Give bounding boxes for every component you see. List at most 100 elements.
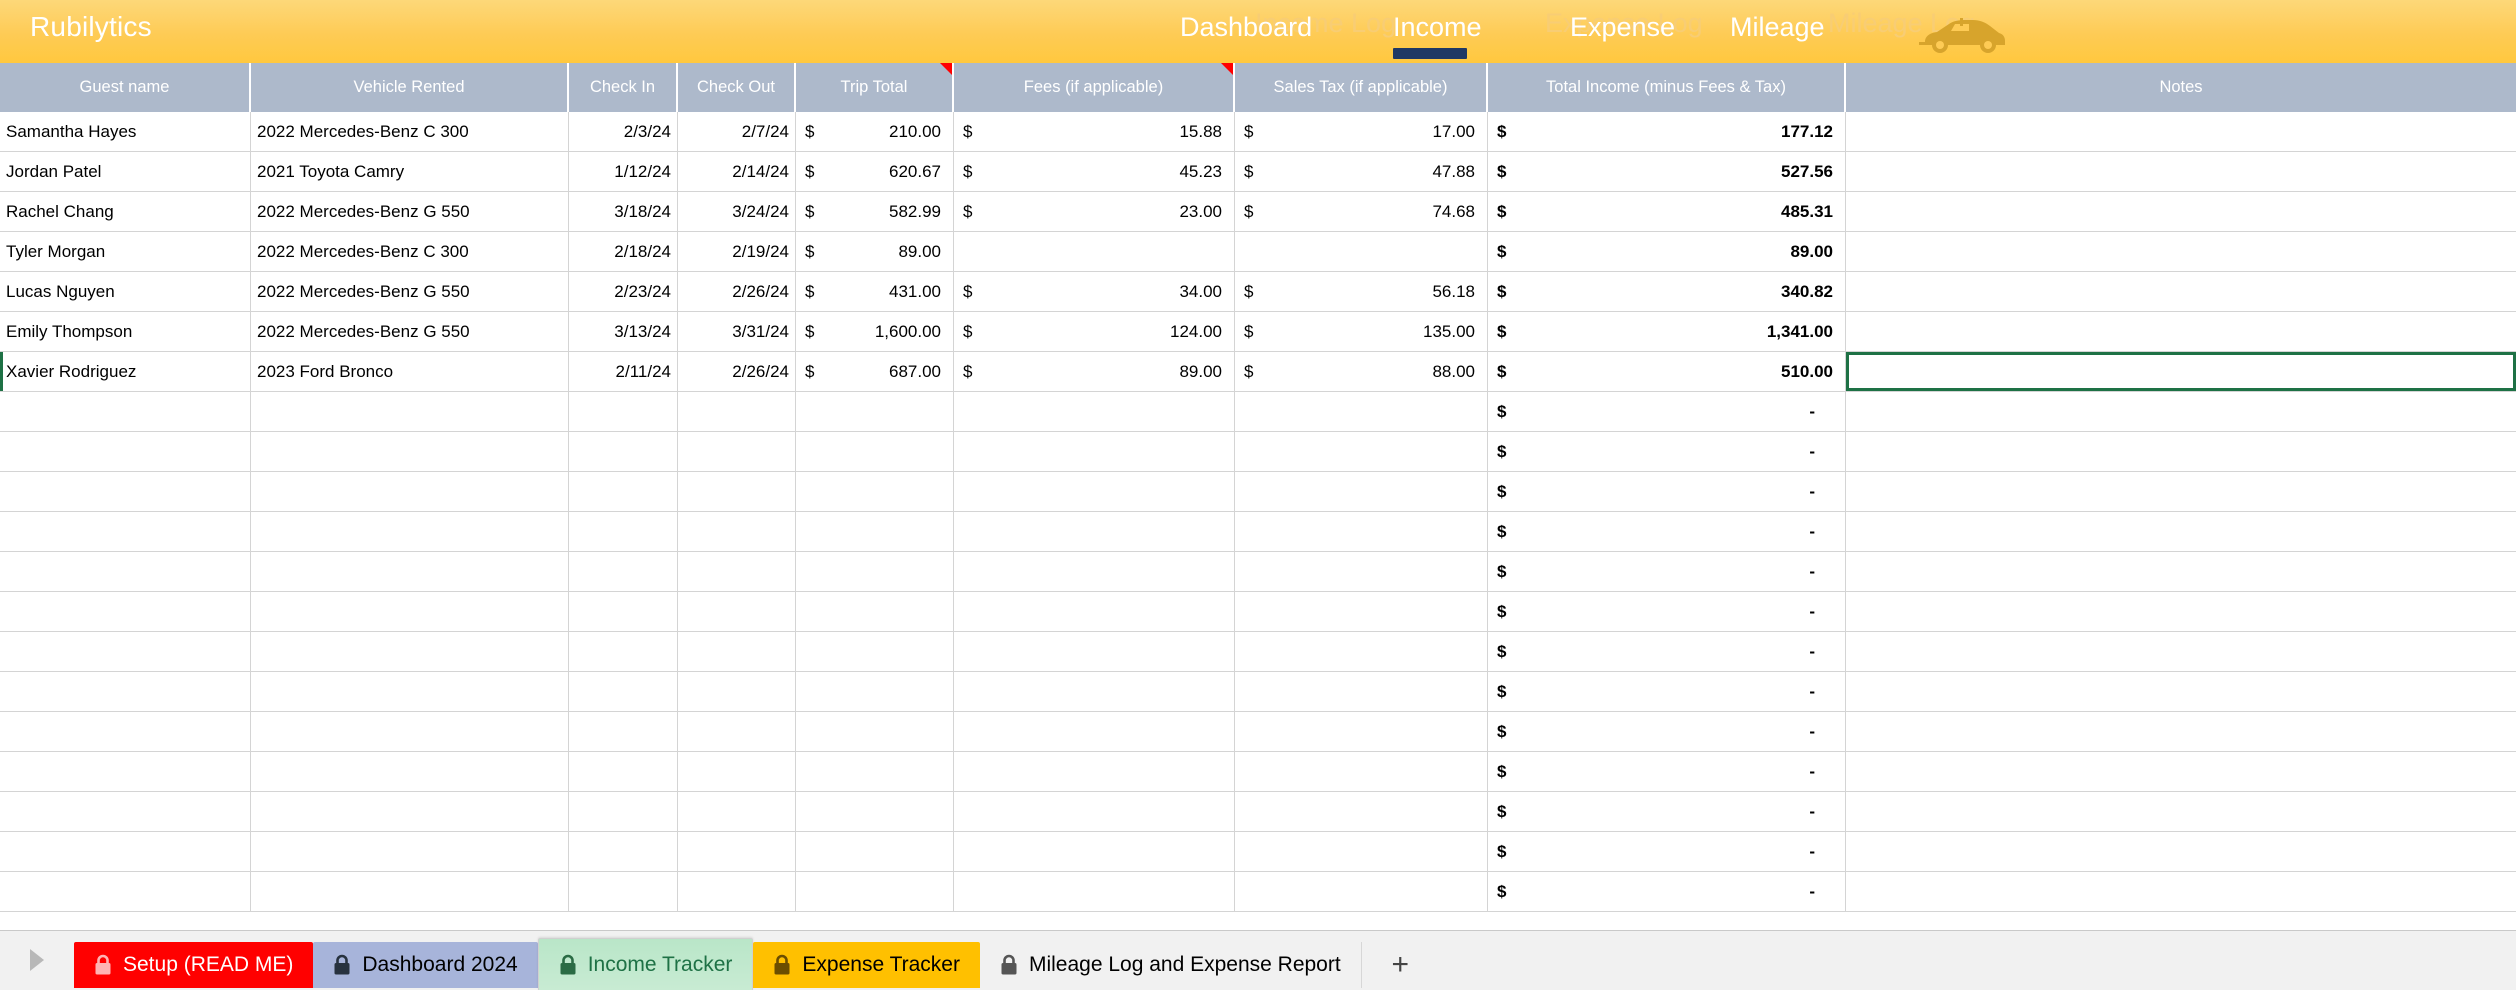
cell-vehicle-rented[interactable] xyxy=(251,872,569,911)
cell-notes[interactable] xyxy=(1846,592,2516,631)
table-row[interactable]: $- xyxy=(0,432,2516,472)
cell-notes[interactable] xyxy=(1846,832,2516,871)
table-row[interactable]: $- xyxy=(0,672,2516,712)
sheet-scroll-right-icon[interactable] xyxy=(0,930,74,990)
cell-sales-tax[interactable] xyxy=(1235,592,1488,631)
cell-trip-total[interactable]: $1,600.00 xyxy=(796,312,954,351)
cell-check-out[interactable] xyxy=(678,712,796,751)
cell-sales-tax[interactable]: $17.00 xyxy=(1235,112,1488,151)
cell-notes[interactable] xyxy=(1846,632,2516,671)
nav-link-income[interactable]: Income xyxy=(1393,12,1482,43)
cell-check-out[interactable]: 2/7/24 xyxy=(678,112,796,151)
cell-sales-tax[interactable] xyxy=(1235,712,1488,751)
cell-check-out[interactable] xyxy=(678,392,796,431)
column-header-sales-tax[interactable]: Sales Tax (if applicable) xyxy=(1235,63,1488,112)
column-header-trip-total[interactable]: Trip Total xyxy=(796,63,954,112)
table-row[interactable]: $- xyxy=(0,632,2516,672)
cell-fees[interactable] xyxy=(954,472,1235,511)
cell-total-income[interactable]: $- xyxy=(1488,512,1846,551)
cell-vehicle-rented[interactable]: 2021 Toyota Camry xyxy=(251,152,569,191)
sheet-grid[interactable]: Samantha Hayes2022 Mercedes-Benz C 3002/… xyxy=(0,112,2516,930)
table-row[interactable]: Lucas Nguyen2022 Mercedes-Benz G 5502/23… xyxy=(0,272,2516,312)
cell-notes[interactable] xyxy=(1846,312,2516,351)
cell-check-in[interactable] xyxy=(569,672,678,711)
cell-sales-tax[interactable] xyxy=(1235,792,1488,831)
cell-trip-total[interactable]: $687.00 xyxy=(796,352,954,391)
table-row[interactable]: $- xyxy=(0,552,2516,592)
cell-fees[interactable] xyxy=(954,712,1235,751)
table-row[interactable]: Tyler Morgan2022 Mercedes-Benz C 3002/18… xyxy=(0,232,2516,272)
cell-guest-name[interactable]: Rachel Chang xyxy=(0,192,251,231)
cell-check-out[interactable] xyxy=(678,632,796,671)
cell-notes[interactable] xyxy=(1846,352,2516,391)
cell-sales-tax[interactable] xyxy=(1235,552,1488,591)
cell-sales-tax[interactable]: $88.00 xyxy=(1235,352,1488,391)
cell-total-income[interactable]: $- xyxy=(1488,632,1846,671)
cell-total-income[interactable]: $- xyxy=(1488,872,1846,911)
cell-fees[interactable]: $45.23 xyxy=(954,152,1235,191)
cell-vehicle-rented[interactable] xyxy=(251,512,569,551)
cell-check-out[interactable] xyxy=(678,832,796,871)
cell-guest-name[interactable]: Lucas Nguyen xyxy=(0,272,251,311)
cell-vehicle-rented[interactable]: 2022 Mercedes-Benz C 300 xyxy=(251,112,569,151)
cell-total-income[interactable]: $177.12 xyxy=(1488,112,1846,151)
cell-trip-total[interactable] xyxy=(796,512,954,551)
cell-check-out[interactable] xyxy=(678,872,796,911)
cell-check-out[interactable]: 3/31/24 xyxy=(678,312,796,351)
cell-guest-name[interactable]: Xavier Rodriguez xyxy=(0,352,251,391)
cell-check-in[interactable]: 3/18/24 xyxy=(569,192,678,231)
cell-total-income[interactable]: $510.00 xyxy=(1488,352,1846,391)
cell-check-out[interactable] xyxy=(678,472,796,511)
column-header-fees[interactable]: Fees (if applicable) xyxy=(954,63,1235,112)
cell-trip-total[interactable] xyxy=(796,712,954,751)
cell-sales-tax[interactable] xyxy=(1235,512,1488,551)
cell-check-in[interactable] xyxy=(569,392,678,431)
table-row[interactable]: $- xyxy=(0,832,2516,872)
table-row[interactable]: Jordan Patel2021 Toyota Camry1/12/242/14… xyxy=(0,152,2516,192)
cell-trip-total[interactable] xyxy=(796,592,954,631)
column-header-guest-name[interactable]: Guest name xyxy=(0,63,251,112)
cell-fees[interactable] xyxy=(954,832,1235,871)
cell-fees[interactable] xyxy=(954,672,1235,711)
cell-sales-tax[interactable] xyxy=(1235,432,1488,471)
cell-check-in[interactable]: 2/3/24 xyxy=(569,112,678,151)
table-row[interactable]: $- xyxy=(0,792,2516,832)
sheet-tab-setup-read-me[interactable]: Setup (READ ME) xyxy=(74,942,313,988)
cell-trip-total[interactable] xyxy=(796,432,954,471)
table-row[interactable]: $- xyxy=(0,712,2516,752)
table-row[interactable]: $- xyxy=(0,872,2516,912)
cell-total-income[interactable]: $1,341.00 xyxy=(1488,312,1846,351)
cell-fees[interactable] xyxy=(954,232,1235,271)
cell-total-income[interactable]: $- xyxy=(1488,392,1846,431)
column-header-check-in[interactable]: Check In xyxy=(569,63,678,112)
cell-vehicle-rented[interactable] xyxy=(251,632,569,671)
cell-total-income[interactable]: $89.00 xyxy=(1488,232,1846,271)
cell-fees[interactable] xyxy=(954,552,1235,591)
cell-vehicle-rented[interactable] xyxy=(251,592,569,631)
cell-sales-tax[interactable] xyxy=(1235,632,1488,671)
add-sheet-button[interactable]: + xyxy=(1361,942,1439,988)
cell-fees[interactable]: $15.88 xyxy=(954,112,1235,151)
cell-notes[interactable] xyxy=(1846,432,2516,471)
cell-check-in[interactable] xyxy=(569,432,678,471)
cell-trip-total[interactable]: $620.67 xyxy=(796,152,954,191)
cell-check-in[interactable] xyxy=(569,472,678,511)
sheet-tab-income-tracker[interactable]: Income Tracker xyxy=(538,938,754,990)
cell-check-in[interactable] xyxy=(569,752,678,791)
cell-notes[interactable] xyxy=(1846,872,2516,911)
cell-check-in[interactable] xyxy=(569,512,678,551)
cell-notes[interactable] xyxy=(1846,752,2516,791)
cell-total-income[interactable]: $527.56 xyxy=(1488,152,1846,191)
cell-notes[interactable] xyxy=(1846,392,2516,431)
cell-sales-tax[interactable] xyxy=(1235,232,1488,271)
cell-check-out[interactable]: 2/14/24 xyxy=(678,152,796,191)
cell-check-in[interactable] xyxy=(569,872,678,911)
cell-fees[interactable] xyxy=(954,592,1235,631)
cell-guest-name[interactable]: Samantha Hayes xyxy=(0,112,251,151)
cell-vehicle-rented[interactable] xyxy=(251,432,569,471)
cell-sales-tax[interactable]: $47.88 xyxy=(1235,152,1488,191)
cell-fees[interactable]: $34.00 xyxy=(954,272,1235,311)
cell-sales-tax[interactable] xyxy=(1235,472,1488,511)
cell-notes[interactable] xyxy=(1846,712,2516,751)
cell-fees[interactable]: $23.00 xyxy=(954,192,1235,231)
